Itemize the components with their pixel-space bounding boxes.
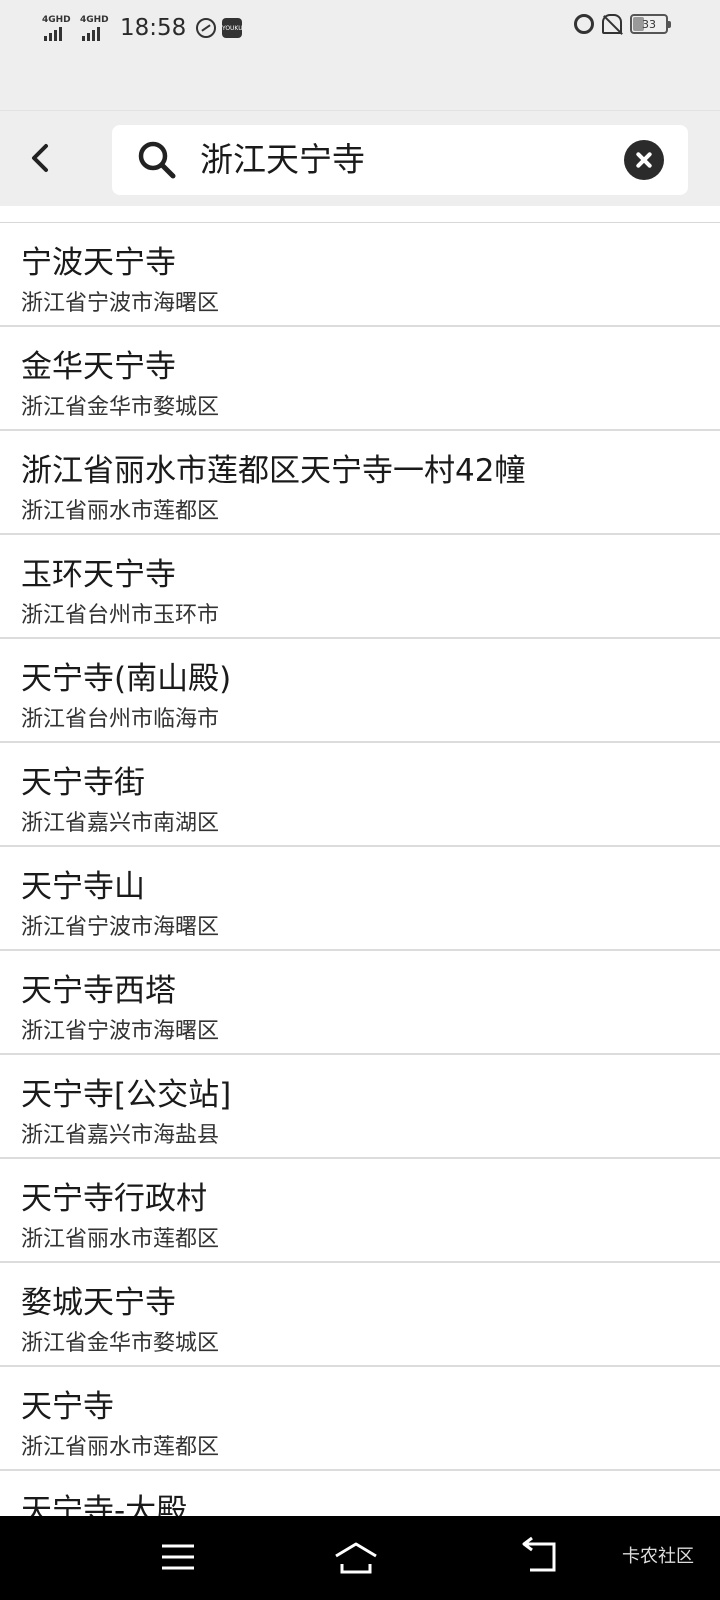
alarm-icon: [574, 14, 594, 34]
result-address: 浙江省嘉兴市海盐县: [21, 1123, 220, 1148]
system-nav-bar: 卡农社区: [0, 1516, 720, 1600]
result-address: 浙江省金华市婺城区: [21, 395, 220, 420]
network-type-label: 4GHD: [42, 15, 71, 25]
battery-level: 33: [642, 17, 656, 31]
result-name: 天宁寺(南山殿): [21, 661, 232, 697]
youku-icon: YOUKU: [222, 18, 243, 38]
home-icon: [335, 1542, 377, 1574]
menu-icon: [162, 1544, 194, 1570]
list-item[interactable]: 天宁寺西塔 浙江省宁波市海曙区: [0, 951, 720, 1055]
list-item[interactable]: 天宁寺行政村 浙江省丽水市莲都区: [0, 1159, 720, 1263]
result-name: 玉环天宁寺: [21, 557, 176, 593]
list-item[interactable]: 天宁寺山 浙江省宁波市海曙区: [0, 847, 720, 951]
status-left: 4GHD 4GHD 18:58 YOUKU: [42, 12, 243, 44]
list-item[interactable]: 天宁寺-大殿: [0, 1471, 720, 1516]
result-name: 宁波天宁寺: [21, 245, 176, 281]
result-address: 浙江省金华市婺城区: [21, 1331, 220, 1356]
list-item[interactable]: 天宁寺[公交站] 浙江省嘉兴市海盐县: [0, 1055, 720, 1159]
list-item[interactable]: 玉环天宁寺 浙江省台州市玉环市: [0, 535, 720, 639]
result-address: 浙江省丽水市莲都区: [21, 1435, 220, 1460]
back-nav-button[interactable]: [520, 1536, 576, 1580]
status-right: 33: [574, 14, 671, 34]
chevron-left-icon: [32, 144, 48, 172]
network-type-label: 4GHD: [80, 15, 109, 25]
signal-icon: 4GHD: [80, 15, 112, 41]
result-name: 天宁寺行政村: [21, 1181, 207, 1217]
list-item[interactable]: 婺城天宁寺 浙江省金华市婺城区: [0, 1263, 720, 1367]
search-box[interactable]: [112, 125, 688, 195]
result-address: 浙江省台州市临海市: [21, 707, 220, 732]
list-item[interactable]: 天宁寺(南山殿) 浙江省台州市临海市: [0, 639, 720, 743]
result-name: 天宁寺山: [21, 869, 145, 905]
back-arrow-icon: [522, 1536, 556, 1572]
list-item[interactable]: 浙江省丽水市莲都区天宁寺一村42幢 浙江省丽水市莲都区: [0, 431, 720, 535]
notifications-off-icon: [602, 14, 622, 34]
search-input[interactable]: [200, 125, 600, 195]
clear-search-button[interactable]: [624, 140, 664, 180]
status-time: 18:58: [120, 15, 187, 41]
result-name: 天宁寺[公交站]: [21, 1077, 232, 1113]
signal-icon: 4GHD: [42, 15, 74, 41]
result-name: 天宁寺西塔: [21, 973, 176, 1009]
search-results-list: 宁波天宁寺 浙江省宁波市海曙区 金华天宁寺 浙江省金华市婺城区 浙江省丽水市莲都…: [0, 222, 720, 1516]
result-name: 婺城天宁寺: [21, 1285, 176, 1321]
menu-button[interactable]: [152, 1536, 208, 1580]
result-address: 浙江省嘉兴市南湖区: [21, 811, 220, 836]
status-bar: 4GHD 4GHD 18:58 YOUKU 33: [0, 0, 720, 110]
list-item[interactable]: 金华天宁寺 浙江省金华市婺城区: [0, 327, 720, 431]
battery-icon: 33: [630, 14, 671, 34]
result-name: 天宁寺: [21, 1389, 114, 1425]
list-item[interactable]: 天宁寺街 浙江省嘉兴市南湖区: [0, 743, 720, 847]
result-address: 浙江省宁波市海曙区: [21, 915, 220, 940]
result-name: 金华天宁寺: [21, 349, 176, 385]
search-icon: [138, 141, 176, 179]
list-item[interactable]: 天宁寺 浙江省丽水市莲都区: [0, 1367, 720, 1471]
result-name: 浙江省丽水市莲都区天宁寺一村42幢: [21, 453, 526, 489]
result-address: 浙江省台州市玉环市: [21, 603, 220, 628]
home-button[interactable]: [332, 1536, 388, 1580]
result-address: 浙江省宁波市海曙区: [21, 1019, 220, 1044]
result-address: 浙江省丽水市莲都区: [21, 499, 220, 524]
result-name: 天宁寺街: [21, 765, 145, 801]
result-name: 天宁寺-大殿: [21, 1493, 188, 1516]
sync-icon: [196, 18, 217, 38]
result-address: 浙江省宁波市海曙区: [21, 291, 220, 316]
search-header: [0, 110, 720, 206]
list-item[interactable]: 宁波天宁寺 浙江省宁波市海曙区: [0, 223, 720, 327]
back-button[interactable]: [22, 137, 58, 179]
watermark: 卡农社区: [622, 1546, 694, 1567]
result-address: 浙江省丽水市莲都区: [21, 1227, 220, 1252]
